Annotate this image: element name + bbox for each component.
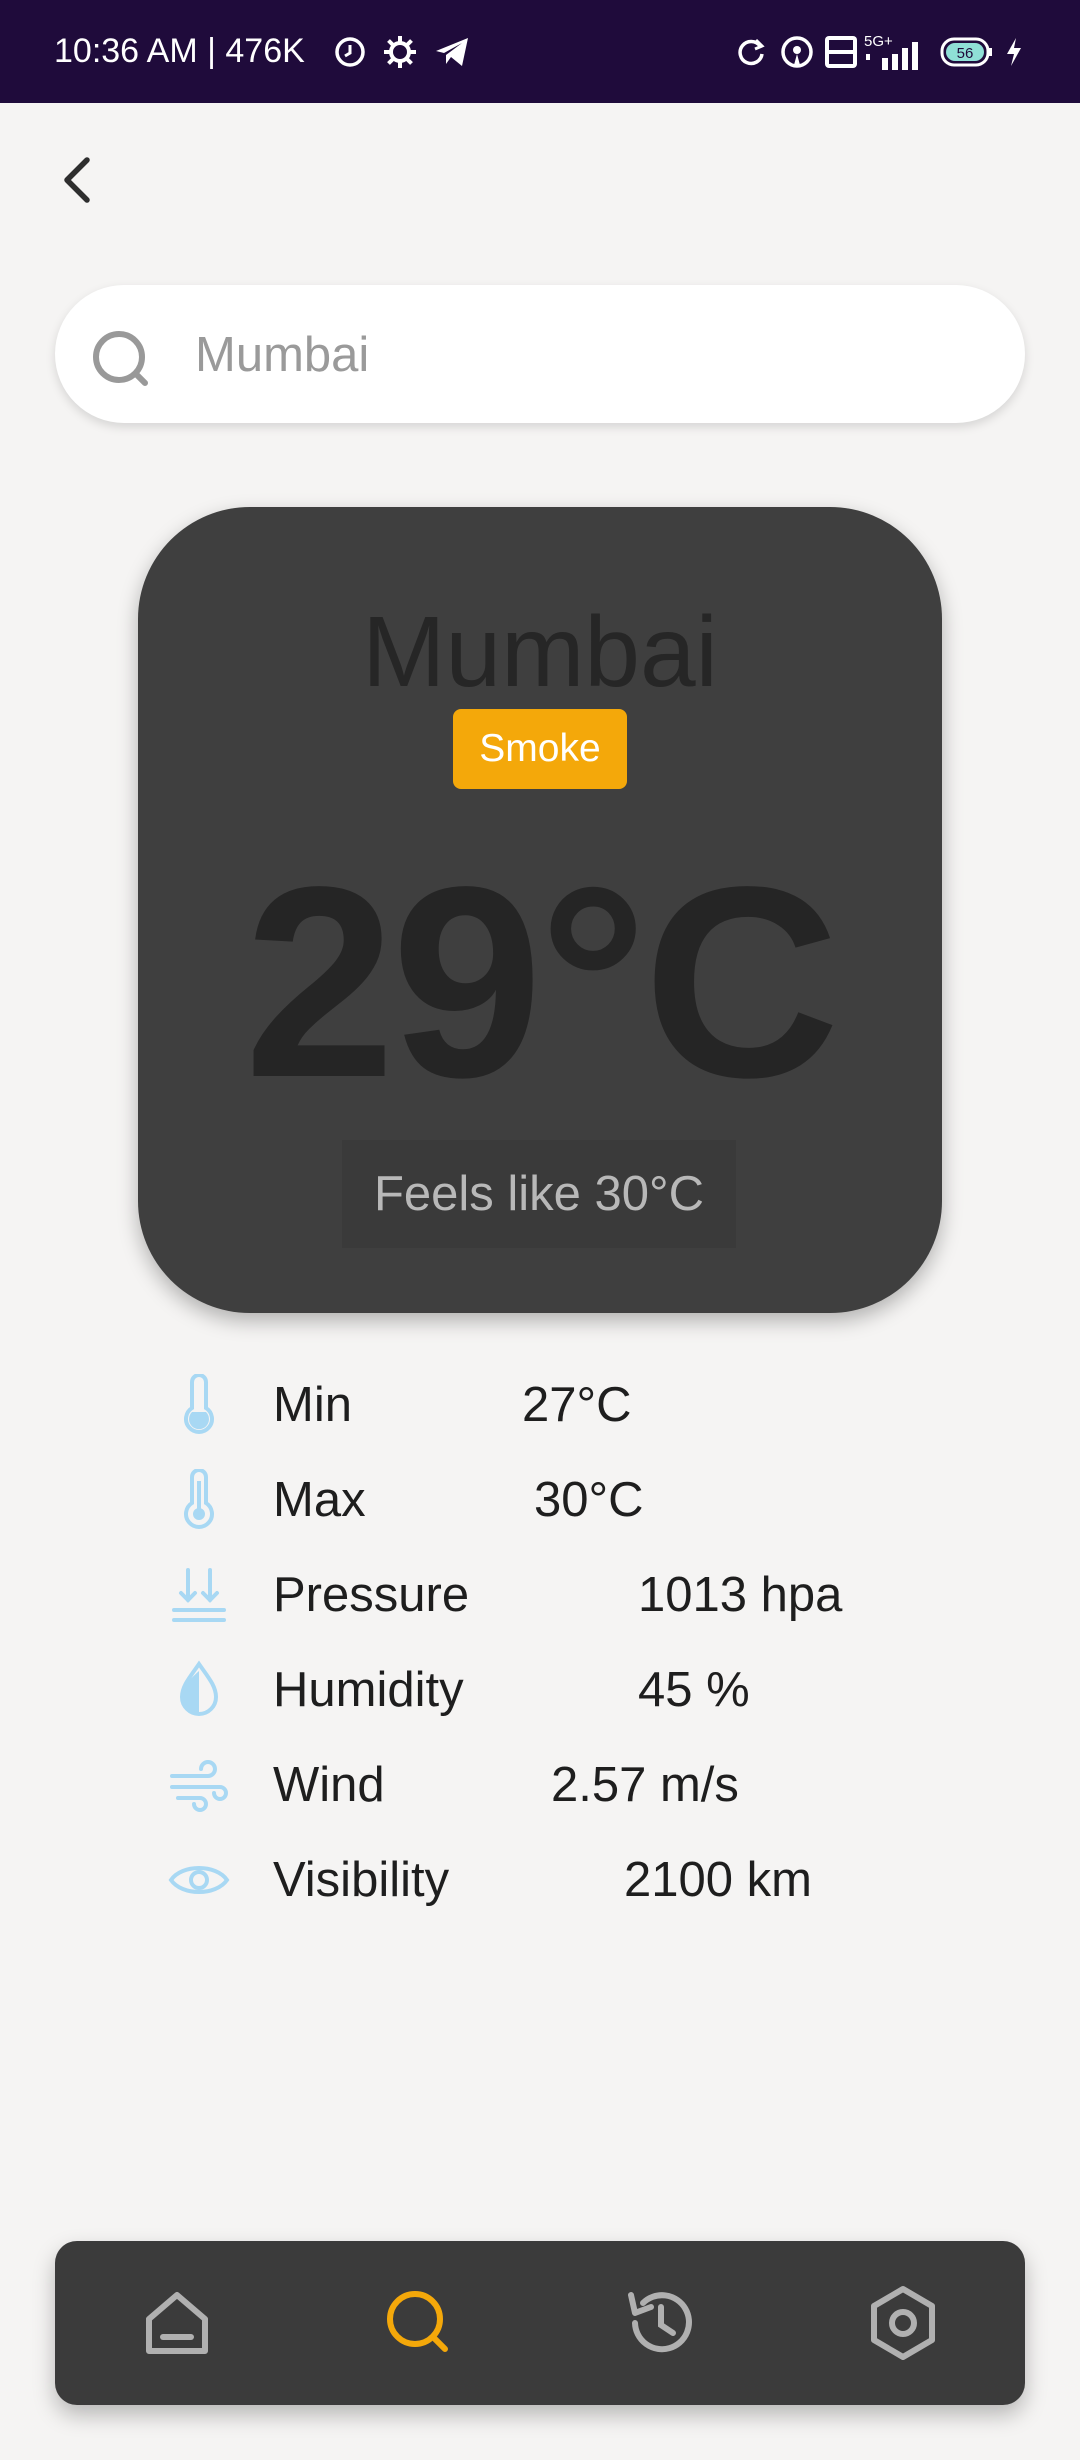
telegram-icon — [434, 0, 470, 103]
battery-icon: 56 — [940, 0, 994, 103]
search-input[interactable] — [193, 285, 977, 425]
detail-row-max: Max 30°C — [0, 1455, 1080, 1545]
settings-icon — [871, 2286, 935, 2360]
detail-label: Humidity — [273, 1663, 464, 1717]
detail-value: 30°C — [534, 1473, 644, 1527]
nav-settings-button[interactable] — [853, 2273, 953, 2373]
search-icon — [93, 331, 148, 386]
detail-label: Min — [273, 1378, 352, 1432]
condition-badge: Smoke — [453, 709, 627, 789]
detail-label: Pressure — [273, 1568, 470, 1622]
temperature: 29°C — [244, 830, 840, 1134]
detail-row-wind: Wind 2.57 m/s — [0, 1740, 1080, 1830]
home-icon — [146, 2292, 208, 2354]
history-icon — [628, 2292, 692, 2353]
wind-icon — [170, 1760, 228, 1812]
thermometer-low-icon — [184, 1374, 214, 1434]
volte-icon — [824, 0, 858, 103]
pressure-icon — [172, 1568, 226, 1622]
detail-value: 2100 km — [624, 1853, 812, 1907]
status-time: 10:36 AM | 476K — [54, 32, 305, 70]
detail-label: Visibility — [273, 1853, 450, 1907]
weather-card: Mumbai Smoke 29°C Feels like 30°C — [138, 507, 942, 1313]
detail-row-visibility: Visibility 2100 km — [0, 1835, 1080, 1925]
city-name: Mumbai — [362, 596, 718, 708]
charging-icon — [1004, 0, 1024, 103]
bottom-navigation — [55, 2241, 1025, 2405]
back-arrow-icon — [64, 157, 90, 203]
detail-value: 45 % — [638, 1663, 750, 1717]
settings-gear-icon — [382, 0, 418, 103]
hotspot-icon — [780, 0, 814, 103]
detail-value: 27°C — [522, 1378, 632, 1432]
signal-5g-icon: 5G+ — [862, 0, 926, 103]
nav-home-button[interactable] — [127, 2273, 227, 2373]
alarm-icon — [333, 0, 367, 103]
nav-search-button[interactable] — [369, 2273, 469, 2373]
svg-text:5G+: 5G+ — [864, 33, 893, 50]
detail-label: Wind — [273, 1758, 385, 1812]
thermometer-high-icon — [184, 1469, 214, 1529]
search-bar[interactable] — [55, 285, 1025, 425]
sync-icon — [736, 0, 766, 103]
detail-value: 2.57 m/s — [551, 1758, 739, 1812]
detail-value: 1013 hpa — [638, 1568, 843, 1622]
detail-label: Max — [273, 1473, 366, 1527]
visibility-icon — [168, 1866, 230, 1894]
detail-row-pressure: Pressure 1013 hpa — [0, 1550, 1080, 1640]
search-icon — [387, 2291, 448, 2352]
humidity-icon — [179, 1660, 219, 1716]
detail-row-min: Min 27°C — [0, 1360, 1080, 1450]
battery-level: 56 — [957, 45, 974, 62]
detail-row-humidity: Humidity 45 % — [0, 1645, 1080, 1735]
status-bar: 10:36 AM | 476K 5G+ 56 — [0, 0, 1080, 103]
back-button[interactable] — [50, 148, 104, 212]
nav-history-button[interactable] — [611, 2273, 711, 2373]
feels-like: Feels like 30°C — [342, 1140, 736, 1248]
